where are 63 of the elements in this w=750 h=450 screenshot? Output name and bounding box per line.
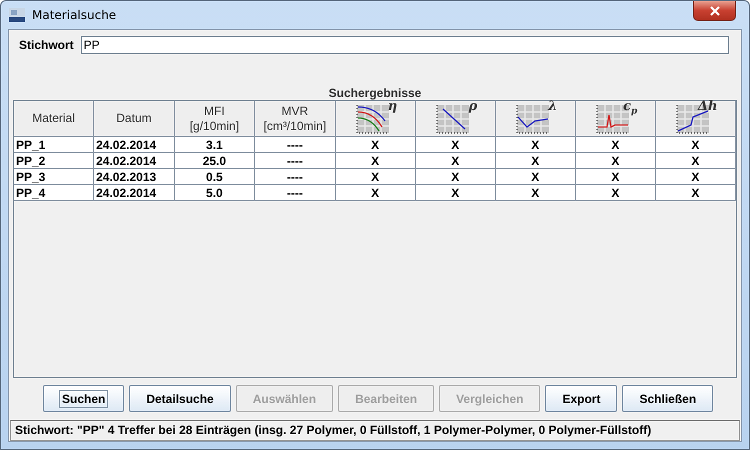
column-header[interactable]: Δh — [655, 101, 736, 136]
dialog-button[interactable]: Suchen — [43, 385, 124, 412]
table-cell: X — [415, 152, 496, 168]
keyword-label: Stichwort — [19, 38, 74, 52]
table-cell: 24.02.2013 — [94, 168, 174, 184]
table-cell: ---- — [254, 184, 336, 200]
close-icon — [708, 6, 720, 16]
table-cell: X — [655, 184, 736, 200]
column-header[interactable]: Material — [14, 101, 94, 136]
table-cell: X — [495, 152, 576, 168]
table-cell: X — [575, 136, 656, 152]
table-cell: X — [335, 152, 416, 168]
column-header[interactable]: Datum — [94, 101, 174, 136]
table-cell: X — [495, 184, 576, 200]
table-cell: 24.02.2014 — [94, 184, 174, 200]
column-header[interactable]: MFI [g/10min] — [174, 101, 255, 136]
table-cell: 3.1 — [174, 136, 255, 152]
close-button[interactable] — [693, 1, 736, 21]
table-cell: 0.5 — [174, 168, 255, 184]
table-cell: 5.0 — [174, 184, 255, 200]
table-cell: 24.02.2014 — [94, 152, 174, 168]
table-cell: X — [575, 184, 656, 200]
table-cell: ---- — [254, 136, 336, 152]
symbol-label: Δh — [698, 100, 718, 114]
table-cell: X — [495, 168, 576, 184]
table-cell: PP_1 — [14, 136, 94, 152]
column-header[interactable]: MVR [cm³/10min] — [254, 101, 336, 136]
table-cell: PP_3 — [14, 168, 94, 184]
column-header[interactable]: η — [335, 101, 416, 136]
column-header[interactable]: λ — [495, 101, 576, 136]
symbol-label: ρ — [468, 100, 478, 114]
table-cell: X — [335, 136, 416, 152]
table-cell: 25.0 — [174, 152, 255, 168]
dialog-button[interactable]: Export — [545, 385, 618, 412]
table-cell: X — [655, 136, 736, 152]
table-cell: X — [655, 168, 736, 184]
dialog-button[interactable]: Detailsuche — [129, 385, 231, 412]
column-header[interactable]: c$_{p}$ — [575, 101, 656, 136]
heat-capacity-graph-icon — [595, 102, 632, 134]
table-cell: PP_4 — [14, 184, 94, 200]
table-cell: X — [415, 168, 496, 184]
table-cell: X — [335, 168, 416, 184]
column-header[interactable]: ρ — [415, 101, 496, 136]
table-cell: 24.02.2014 — [94, 136, 174, 152]
table-cell: X — [495, 136, 576, 152]
status-bar: Stichwort: "PP" 4 Treffer bei 28 Einträgen (insg. 27 Polymer, 0 Füllstoff, 1 Polymer-Polymer, 0 Polymer-Füllstoff) — [10, 420, 740, 441]
table-cell: X — [415, 136, 496, 152]
symbol-label: λ — [548, 100, 558, 114]
app-icon — [9, 8, 25, 22]
table-cell: ---- — [254, 152, 336, 168]
symbol-label: c$_{p}$ — [623, 100, 638, 118]
window-title: Materialsuche — [32, 8, 116, 22]
table-cell: X — [415, 184, 496, 200]
results-title: Suchergebnisse — [328, 86, 422, 100]
keyword-field[interactable]: PP — [80, 36, 729, 54]
dialog-button[interactable]: Schließen — [622, 385, 714, 412]
table-cell: PP_2 — [14, 152, 94, 168]
table-cell: X — [575, 152, 656, 168]
table-cell: X — [575, 168, 656, 184]
table-cell: ---- — [254, 168, 336, 184]
table-cell: X — [335, 184, 416, 200]
symbol-label: η — [388, 100, 398, 114]
table-cell: X — [655, 152, 736, 168]
